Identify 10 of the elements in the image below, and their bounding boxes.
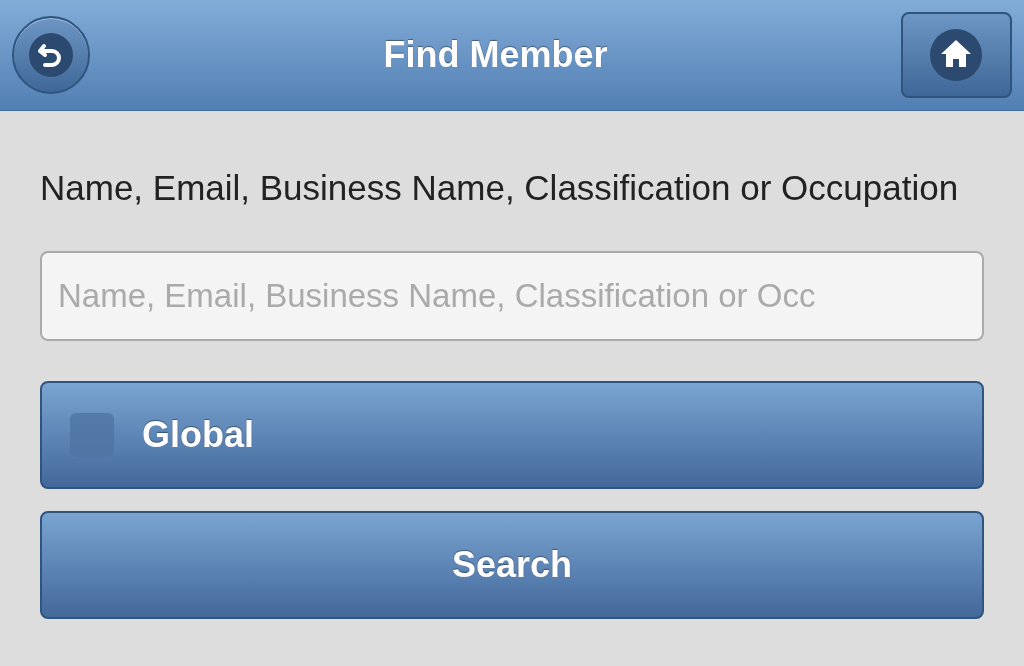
search-button[interactable]: Search <box>40 511 984 619</box>
window-title: Find Member <box>383 33 608 77</box>
search-label: Name, Email, Business Name, Classification or Occupation <box>40 167 960 209</box>
checkbox[interactable] <box>70 413 114 457</box>
global-toggle[interactable]: Global <box>40 381 984 489</box>
back-icon <box>28 32 74 78</box>
home-button[interactable] <box>901 12 1012 98</box>
global-label: Global <box>142 413 254 457</box>
search-field[interactable]: Name, Email, Business Name, Classification or Occ <box>40 251 984 341</box>
home-icon <box>929 28 984 82</box>
